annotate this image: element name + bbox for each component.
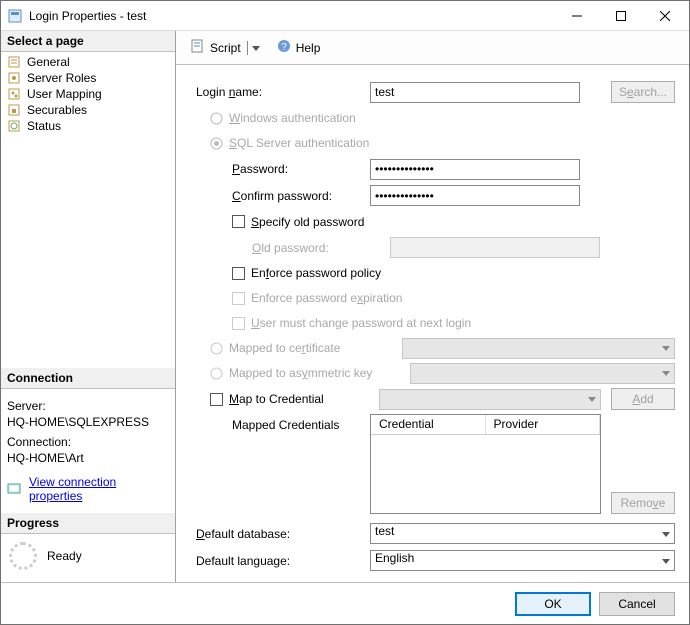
svg-text:?: ?	[281, 42, 287, 53]
search-button: Search...	[611, 81, 675, 103]
minimize-button[interactable]	[555, 1, 599, 30]
login-name-label: Login name:	[196, 85, 370, 99]
checkbox-icon	[232, 317, 245, 330]
server-value: HQ-HOME\SQLEXPRESS	[7, 415, 169, 429]
form: Login name: Search... Windows authentica…	[176, 65, 689, 582]
window-title: Login Properties - test	[29, 9, 555, 23]
connection-properties-icon	[7, 482, 23, 496]
chevron-down-icon[interactable]	[247, 41, 260, 55]
remove-button: Remove	[611, 492, 675, 514]
connection-header: Connection	[1, 368, 175, 389]
connection-label: Connection:	[7, 435, 169, 449]
col-credential: Credential	[371, 415, 486, 434]
mapped-credentials-label: Mapped Credentials	[196, 414, 370, 432]
script-button[interactable]: Script	[186, 36, 264, 59]
windows-auth-radio: Windows authentication	[196, 108, 675, 129]
must-change-checkbox: User must change password at next login	[196, 313, 675, 334]
page-general[interactable]: General	[1, 54, 175, 70]
page-securables[interactable]: Securables	[1, 102, 175, 118]
page-status[interactable]: Status	[1, 118, 175, 134]
col-provider: Provider	[486, 415, 601, 434]
sql-auth-radio: SQL Server authentication	[196, 133, 675, 154]
connection-block: Server: HQ-HOME\SQLEXPRESS Connection: H…	[1, 389, 175, 513]
help-button[interactable]: ? Help	[272, 36, 325, 59]
checkbox-icon	[232, 292, 245, 305]
connection-value: HQ-HOME\Art	[7, 451, 169, 465]
select-page-header: Select a page	[1, 31, 175, 52]
enforce-policy-checkbox[interactable]: Enforce password policy	[196, 263, 675, 284]
old-password-input	[390, 237, 600, 258]
password-label: Password:	[196, 162, 370, 176]
page-user-mapping[interactable]: User Mapping	[1, 86, 175, 102]
page-label: Securables	[27, 103, 87, 117]
default-database-label: Default database:	[196, 527, 370, 541]
default-database-combo[interactable]: test	[370, 523, 675, 544]
cert-combo	[402, 338, 675, 359]
checkbox-icon	[232, 267, 245, 280]
page-label: General	[27, 55, 70, 69]
map-to-credential-checkbox[interactable]: Map to Credential	[229, 392, 379, 406]
checkbox-icon	[210, 393, 223, 406]
server-label: Server:	[7, 399, 169, 413]
script-icon	[190, 38, 206, 57]
default-language-combo[interactable]: English	[370, 550, 675, 571]
spinner-icon	[9, 542, 37, 570]
main-panel: Script ? Help Login name: Search...	[176, 31, 689, 582]
page-label: Status	[27, 119, 61, 133]
confirm-password-input[interactable]	[370, 185, 580, 206]
login-properties-window: Login Properties - test Select a page Ge…	[0, 0, 690, 625]
page-server-roles[interactable]: Server Roles	[1, 70, 175, 86]
asym-combo	[410, 363, 675, 384]
mapped-credentials-table[interactable]: Credential Provider	[370, 414, 601, 514]
progress-status: Ready	[47, 549, 82, 563]
old-password-label: Old password:	[216, 241, 390, 255]
add-button: Add	[611, 388, 675, 410]
password-input[interactable]	[370, 159, 580, 180]
credential-combo	[379, 389, 601, 410]
radio-icon	[210, 112, 223, 125]
app-icon	[7, 8, 23, 24]
radio-icon	[210, 367, 223, 380]
cancel-button[interactable]: Cancel	[599, 592, 675, 616]
maximize-button[interactable]	[599, 1, 643, 30]
confirm-password-label: Confirm password:	[196, 189, 370, 203]
view-connection-link[interactable]: View connection properties	[29, 475, 169, 503]
mapped-asym-radio: Mapped to asymmetric key	[196, 363, 675, 384]
default-language-label: Default language:	[196, 554, 370, 568]
specify-old-password-checkbox[interactable]: Specify old password	[196, 211, 675, 232]
footer: OK Cancel	[1, 582, 689, 624]
enforce-expiration-checkbox: Enforce password expiration	[196, 288, 675, 309]
sidebar: Select a page General Server Roles User …	[1, 31, 176, 582]
radio-icon	[210, 342, 223, 355]
ok-button[interactable]: OK	[515, 592, 591, 616]
page-list: General Server Roles User Mapping Secura…	[1, 52, 175, 368]
titlebar: Login Properties - test	[1, 1, 689, 31]
page-label: Server Roles	[27, 71, 96, 85]
progress-header: Progress	[1, 513, 175, 534]
mapped-cert-radio: Mapped to certificate	[196, 338, 675, 359]
radio-icon	[210, 137, 223, 150]
help-label: Help	[296, 41, 321, 55]
login-name-input[interactable]	[370, 82, 580, 103]
close-button[interactable]	[643, 1, 687, 30]
help-icon: ?	[276, 38, 292, 57]
page-label: User Mapping	[27, 87, 102, 101]
progress-block: Ready	[1, 534, 175, 582]
toolbar: Script ? Help	[176, 31, 689, 65]
checkbox-icon	[232, 215, 245, 228]
script-label: Script	[210, 41, 241, 55]
